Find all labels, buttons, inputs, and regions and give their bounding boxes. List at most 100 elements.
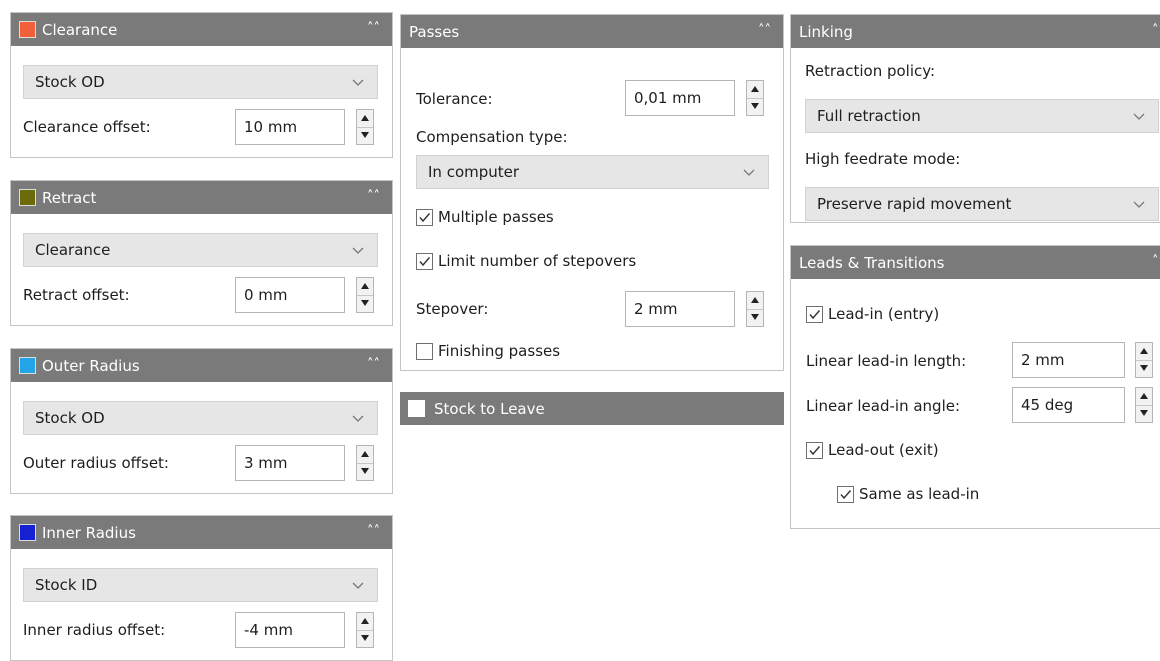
- double-chevron-up-icon[interactable]: ˄˄: [367, 522, 380, 542]
- spin-up-icon[interactable]: [747, 292, 763, 310]
- spin-down-icon[interactable]: [747, 309, 763, 326]
- passes-header[interactable]: Passes ˄˄: [401, 15, 783, 48]
- compensation-type-dropdown[interactable]: In computer: [416, 155, 769, 189]
- lead-in-label: Lead-in (entry): [828, 305, 940, 323]
- spin-down-icon[interactable]: [357, 630, 373, 647]
- clearance-offset-spinner[interactable]: [356, 109, 374, 145]
- linking-header[interactable]: Linking ˄˄: [791, 15, 1160, 48]
- lead-in-option[interactable]: Lead-in (entry): [806, 305, 939, 323]
- outer-radius-panel: Outer Radius ˄˄ Stock OD Outer radius of…: [10, 348, 393, 494]
- lead-in-checkbox[interactable]: [806, 305, 823, 323]
- lead-in-angle-input[interactable]: [1012, 387, 1125, 423]
- spin-down-icon[interactable]: [357, 463, 373, 480]
- outer-radius-offset-label: Outer radius offset:: [23, 454, 169, 472]
- double-chevron-up-icon[interactable]: ˄˄: [1152, 21, 1160, 41]
- inner-radius-header[interactable]: Inner Radius ˄˄: [11, 516, 392, 549]
- checkmark-icon: [840, 489, 852, 499]
- stock-to-leave-header[interactable]: Stock to Leave: [400, 392, 784, 425]
- double-chevron-up-icon[interactable]: ˄˄: [367, 187, 380, 207]
- high-feedrate-mode-dropdown[interactable]: Preserve rapid movement: [805, 187, 1159, 221]
- inner-radius-color-swatch: [19, 524, 36, 541]
- spin-up-icon[interactable]: [747, 81, 763, 99]
- inner-radius-offset-spinner[interactable]: [356, 612, 374, 648]
- same-as-lead-in-label: Same as lead-in: [859, 485, 980, 503]
- spin-down-icon[interactable]: [1136, 360, 1152, 377]
- checkmark-icon: [419, 256, 431, 266]
- stepover-spinner[interactable]: [746, 291, 764, 327]
- double-chevron-up-icon[interactable]: ˄˄: [367, 19, 380, 39]
- limit-stepovers-checkbox[interactable]: [416, 252, 433, 270]
- outer-radius-offset-spinner[interactable]: [356, 445, 374, 481]
- retract-offset-spinner[interactable]: [356, 277, 374, 313]
- lead-in-angle-spinner[interactable]: [1135, 387, 1153, 423]
- chevron-down-icon: [352, 79, 364, 86]
- spin-up-icon[interactable]: [1136, 388, 1152, 406]
- stepover-label: Stepover:: [416, 300, 489, 318]
- spin-up-icon[interactable]: [357, 446, 373, 464]
- inner-radius-offset-input[interactable]: [235, 612, 345, 648]
- retract-panel: Retract ˄˄ Clearance Retract offset:: [10, 180, 393, 326]
- clearance-offset-input[interactable]: [235, 109, 345, 145]
- finishing-passes-checkbox[interactable]: [416, 342, 433, 360]
- spin-up-icon[interactable]: [357, 278, 373, 296]
- tolerance-label: Tolerance:: [416, 90, 493, 108]
- tolerance-spinner[interactable]: [746, 80, 764, 116]
- checkmark-icon: [809, 309, 821, 319]
- outer-radius-dropdown[interactable]: Stock OD: [23, 401, 378, 435]
- linking-title: Linking: [799, 22, 853, 41]
- checkmark-icon: [809, 445, 821, 455]
- spin-up-icon[interactable]: [1136, 343, 1152, 361]
- retract-offset-input[interactable]: [235, 277, 345, 313]
- double-chevron-up-icon[interactable]: ˄˄: [367, 355, 380, 375]
- passes-title: Passes: [409, 22, 460, 41]
- spin-down-icon[interactable]: [357, 295, 373, 312]
- double-chevron-up-icon[interactable]: ˄˄: [758, 21, 771, 41]
- inner-radius-panel: Inner Radius ˄˄ Stock ID Inner radius of…: [10, 515, 393, 661]
- stepover-input[interactable]: [625, 291, 735, 327]
- lead-in-length-input[interactable]: [1012, 342, 1125, 378]
- outer-radius-offset-input[interactable]: [235, 445, 345, 481]
- retraction-policy-dropdown[interactable]: Full retraction: [805, 99, 1159, 133]
- inner-radius-dropdown[interactable]: Stock ID: [23, 568, 378, 602]
- double-chevron-up-icon[interactable]: ˄˄: [1152, 252, 1160, 272]
- outer-radius-header[interactable]: Outer Radius ˄˄: [11, 349, 392, 382]
- retract-header[interactable]: Retract ˄˄: [11, 181, 392, 214]
- multiple-passes-label: Multiple passes: [438, 208, 554, 226]
- leads-transitions-header[interactable]: Leads & Transitions ˄˄: [791, 246, 1160, 279]
- spin-down-icon[interactable]: [747, 98, 763, 115]
- high-feedrate-mode-value: Preserve rapid movement: [817, 195, 1012, 213]
- same-as-lead-in-option[interactable]: Same as lead-in: [837, 485, 979, 503]
- outer-radius-title: Outer Radius: [42, 356, 140, 375]
- high-feedrate-mode-label: High feedrate mode:: [805, 150, 961, 168]
- spin-up-icon[interactable]: [357, 613, 373, 631]
- lead-in-length-spinner[interactable]: [1135, 342, 1153, 378]
- spin-down-icon[interactable]: [1136, 405, 1152, 422]
- lead-out-option[interactable]: Lead-out (exit): [806, 441, 939, 459]
- clearance-header[interactable]: Clearance ˄˄: [11, 13, 392, 46]
- spin-down-icon[interactable]: [357, 127, 373, 144]
- same-as-lead-in-checkbox[interactable]: [837, 485, 854, 503]
- clearance-dropdown-value: Stock OD: [35, 73, 105, 91]
- chevron-down-icon: [352, 582, 364, 589]
- outer-radius-color-swatch: [19, 357, 36, 374]
- multiple-passes-checkbox[interactable]: [416, 208, 433, 226]
- finishing-passes-option[interactable]: Finishing passes: [416, 342, 560, 360]
- lead-out-checkbox[interactable]: [806, 441, 823, 459]
- multiple-passes-option[interactable]: Multiple passes: [416, 208, 554, 226]
- chevron-down-icon: [1133, 201, 1145, 208]
- stock-to-leave-title: Stock to Leave: [434, 399, 545, 418]
- finishing-passes-label: Finishing passes: [438, 342, 561, 360]
- chevron-down-icon: [352, 415, 364, 422]
- retraction-policy-label: Retraction policy:: [805, 62, 936, 80]
- inner-radius-offset-label: Inner radius offset:: [23, 621, 166, 639]
- retraction-policy-value: Full retraction: [817, 107, 921, 125]
- chevron-down-icon: [743, 169, 755, 176]
- tolerance-input[interactable]: [625, 80, 735, 116]
- clearance-dropdown[interactable]: Stock OD: [23, 65, 378, 99]
- stock-to-leave-checkbox[interactable]: [408, 400, 425, 417]
- spin-up-icon[interactable]: [357, 110, 373, 128]
- retract-dropdown[interactable]: Clearance: [23, 233, 378, 267]
- outer-radius-dropdown-value: Stock OD: [35, 409, 105, 427]
- limit-stepovers-option[interactable]: Limit number of stepovers: [416, 252, 636, 270]
- retract-dropdown-value: Clearance: [35, 241, 111, 259]
